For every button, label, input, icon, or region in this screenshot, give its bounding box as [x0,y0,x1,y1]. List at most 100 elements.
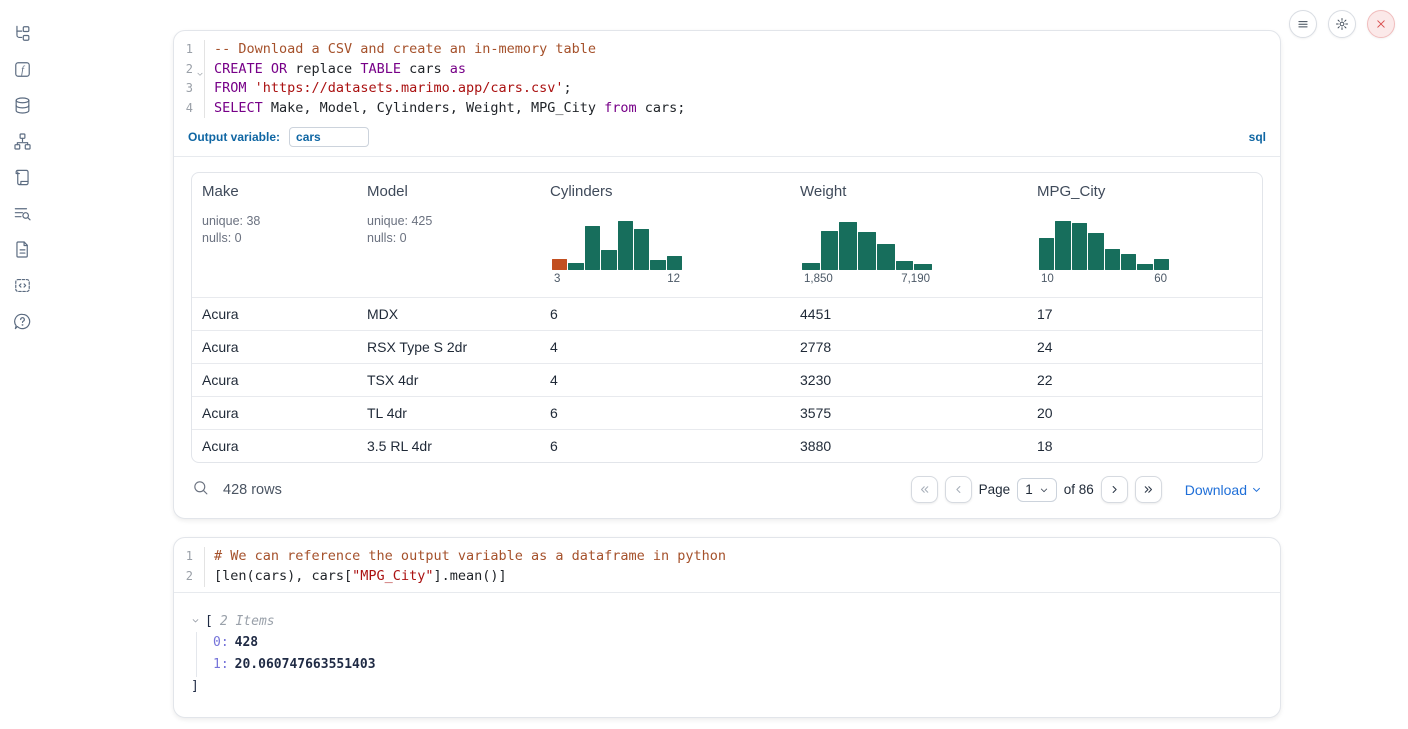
histogram-bar[interactable] [1072,223,1087,270]
topbar [1289,10,1395,38]
settings-button[interactable] [1328,10,1356,38]
histogram-bar[interactable] [821,231,839,270]
collapse-chevron-icon[interactable] [191,611,205,632]
pagination: Page 1 of 86 Download [911,476,1262,503]
histogram-bar[interactable] [552,259,567,270]
histogram-bar[interactable] [914,264,932,270]
download-button[interactable]: Download [1185,482,1262,498]
table-row[interactable]: Acura3.5 RL 4dr6388018 [192,429,1262,462]
logs-icon[interactable] [4,195,40,231]
histogram-bar[interactable] [1121,254,1136,270]
table-cell: 3230 [790,364,1027,396]
menu-button[interactable] [1289,10,1317,38]
line-number: 2 [174,60,205,80]
last-page-button[interactable] [1135,476,1162,503]
histogram-bar[interactable] [1039,238,1054,270]
table-header: Makeunique: 38nulls: 0Modelunique: 425nu… [192,173,1262,297]
datasources-icon[interactable] [4,87,40,123]
table-row[interactable]: AcuraRSX Type S 2dr4277824 [192,330,1262,363]
histogram-bars [802,218,932,270]
histogram-bar[interactable] [1055,221,1070,270]
table-cell: 4451 [790,298,1027,330]
python-code-editor[interactable]: 1# We can reference the output variable … [174,538,1280,592]
histogram-bar[interactable] [634,229,649,270]
code-line[interactable]: 2[len(cars), cars["MPG_City"].mean()] [174,567,1280,587]
next-page-button[interactable] [1101,476,1128,503]
table-footer: 428 rows Page 1 of 86 [174,463,1280,518]
histogram-bar[interactable] [650,260,665,270]
histogram-bar[interactable] [1154,259,1169,270]
code-line[interactable]: 2CREATE OR replace TABLE cars as [174,60,1280,80]
help-icon[interactable] [4,303,40,339]
code-line-text: -- Download a CSV and create an in-memor… [205,40,596,60]
snippets-icon[interactable] [4,267,40,303]
table-cell: 24 [1027,331,1262,363]
histogram-bar[interactable] [877,244,895,270]
variables-icon[interactable]: f [4,51,40,87]
output-tree: [ 2 Items 0:4281:20.060747663551403 ] [174,593,1280,717]
column-header-model[interactable]: Modelunique: 425nulls: 0 [357,173,540,297]
table-body: AcuraMDX6445117AcuraRSX Type S 2dr427782… [192,297,1262,462]
table-cell: 6 [540,397,790,429]
histogram-bar[interactable] [667,256,682,270]
histogram-bar[interactable] [618,221,633,270]
table-cell: 6 [540,430,790,462]
close-button[interactable] [1367,10,1395,38]
prev-page-button[interactable] [945,476,972,503]
table-cell: 4 [540,331,790,363]
table-cell: TL 4dr [357,397,540,429]
table-cell: 3.5 RL 4dr [357,430,540,462]
histogram-bar[interactable] [585,226,600,270]
histogram-bar[interactable] [896,261,914,270]
page-select[interactable]: 1 [1017,478,1057,502]
column-header-cylinders[interactable]: Cylinders312 [540,173,790,297]
file-explorer-icon[interactable] [4,15,40,51]
column-label: Make [202,183,347,200]
column-label: Model [367,183,530,200]
table-cell: Acura [192,331,357,363]
column-header-weight[interactable]: Weight1,8507,190 [790,173,1027,297]
code-line[interactable]: 4SELECT Make, Model, Cylinders, Weight, … [174,99,1280,119]
search-icon[interactable] [192,479,209,501]
first-page-button[interactable] [911,476,938,503]
dependency-graph-icon[interactable] [4,123,40,159]
histogram-bar[interactable] [568,263,583,270]
item-index: 0: [213,635,229,650]
tree-item: 0:428 [213,632,1280,655]
scratchpad-icon[interactable] [4,159,40,195]
histogram-bar[interactable] [1088,233,1103,270]
table-cell: 18 [1027,430,1262,462]
output-variable-label: Output variable: [188,130,280,144]
column-header-make[interactable]: Makeunique: 38nulls: 0 [192,173,357,297]
column-histogram: 1,8507,190 [802,218,932,285]
code-line[interactable]: 3FROM 'https://datasets.marimo.app/cars.… [174,79,1280,99]
output-variable-input[interactable] [289,127,369,147]
histogram-bar[interactable] [1137,264,1152,270]
table-cell: 22 [1027,364,1262,396]
item-index: 1: [213,657,229,672]
sql-code-editor[interactable]: 1-- Download a CSV and create an in-memo… [174,31,1280,123]
column-histogram: 312 [552,218,682,285]
histogram-bar[interactable] [858,232,876,270]
histogram-bar[interactable] [1105,249,1120,270]
histogram-axis-labels: 1,8507,190 [802,273,932,285]
histogram-bars [1039,218,1169,270]
histogram-bar[interactable] [601,250,616,270]
histogram-bar[interactable] [802,263,820,270]
table-cell: 20 [1027,397,1262,429]
table-row[interactable]: AcuraMDX6445117 [192,297,1262,330]
code-line[interactable]: 1# We can reference the output variable … [174,547,1280,567]
page-label: Page [979,482,1011,497]
table-row[interactable]: AcuraTL 4dr6357520 [192,396,1262,429]
table-cell: RSX Type S 2dr [357,331,540,363]
column-header-mpg_city[interactable]: MPG_City1060 [1027,173,1262,297]
close-bracket: ] [191,677,1280,697]
table-cell: Acura [192,298,357,330]
table-row[interactable]: AcuraTSX 4dr4323022 [192,363,1262,396]
language-badge[interactable]: sql [1249,130,1266,144]
documentation-icon[interactable] [4,231,40,267]
code-line[interactable]: 1-- Download a CSV and create an in-memo… [174,40,1280,60]
histogram-bar[interactable] [839,222,857,270]
histogram-bars [552,218,682,270]
table-cell: 6 [540,298,790,330]
